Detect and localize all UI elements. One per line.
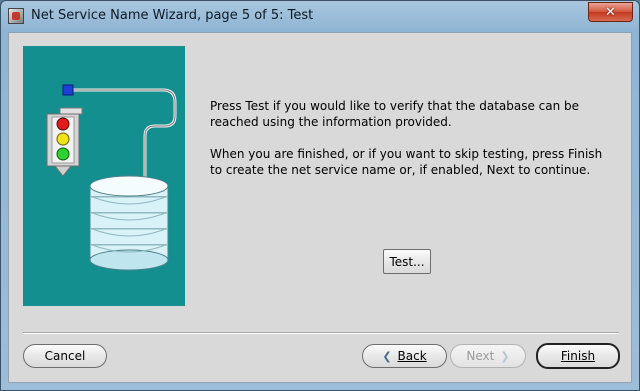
chevron-left-icon: ❮	[382, 349, 392, 363]
app-icon	[8, 8, 24, 24]
instruction-paragraph-1: Press Test if you would like to verify t…	[210, 99, 580, 129]
instruction-paragraph-2: When you are finished, or if you want to…	[210, 147, 603, 177]
window-title: Net Service Name Wizard, page 5 of 5: Te…	[31, 8, 314, 23]
chevron-right-icon: ❯	[500, 349, 510, 363]
next-button[interactable]: Next ❯	[450, 344, 526, 368]
finish-label: Finish	[560, 349, 596, 363]
cancel-button[interactable]: Cancel	[23, 344, 107, 368]
dialog-content: Press Test if you would like to verify t…	[8, 32, 632, 383]
wizard-illustration	[23, 46, 185, 306]
cancel-label: Cancel	[44, 349, 86, 363]
test-button[interactable]: Test...	[383, 249, 431, 274]
next-label: Next	[466, 349, 495, 363]
back-label: Back	[397, 349, 427, 363]
title-bar[interactable]: Net Service Name Wizard, page 5 of 5: Te…	[1, 1, 639, 31]
finish-button[interactable]: Finish	[536, 343, 620, 369]
close-icon: ✕	[605, 4, 616, 20]
back-button[interactable]: ❮ Back	[362, 344, 447, 368]
instructions-text: Press Test if you would like to verify t…	[210, 98, 610, 194]
footer-separator	[23, 332, 619, 334]
close-button[interactable]: ✕	[588, 2, 633, 22]
traffic-light-database-icon	[46, 84, 177, 271]
wizard-window: Net Service Name Wizard, page 5 of 5: Te…	[0, 0, 640, 391]
